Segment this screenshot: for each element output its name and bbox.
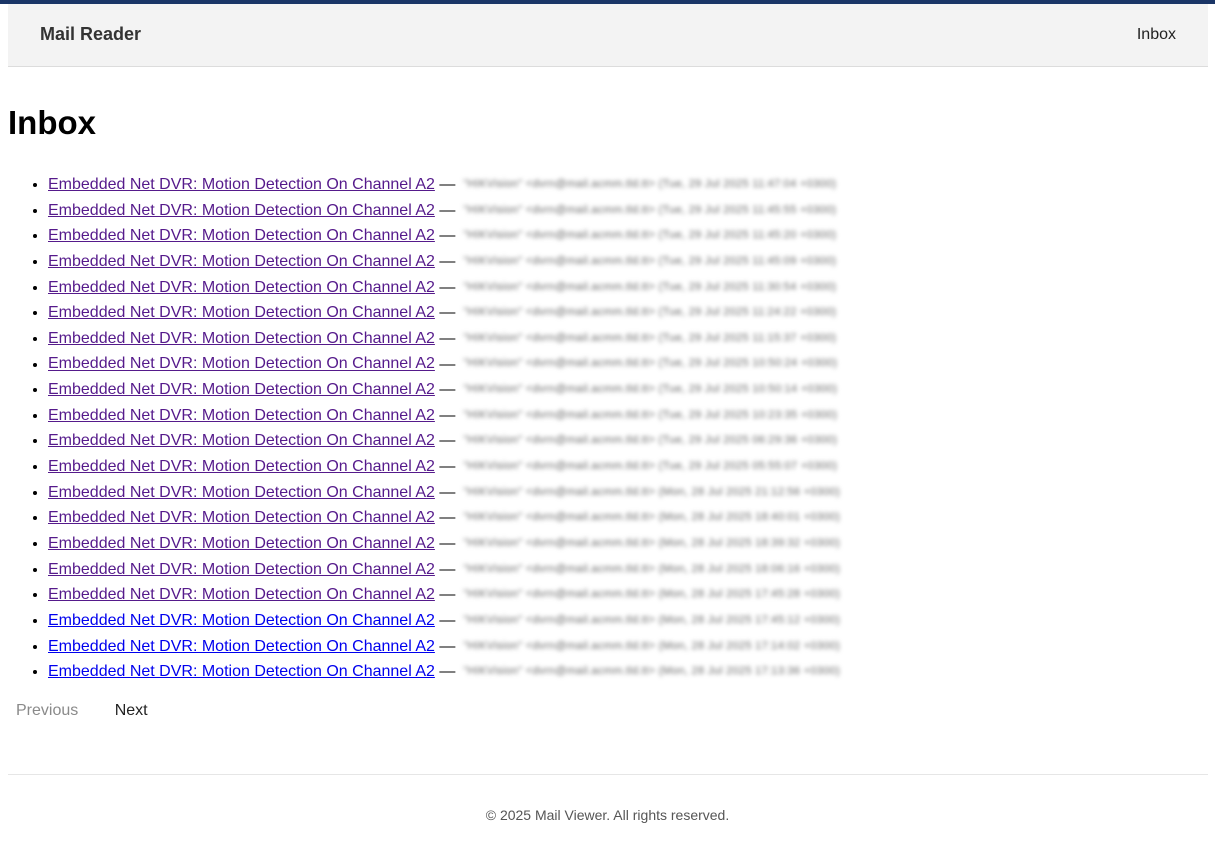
mail-subject-link[interactable]: Embedded Net DVR: Motion Detection On Ch… (48, 304, 435, 321)
mail-list-item: Embedded Net DVR: Motion Detection On Ch… (48, 634, 1148, 660)
mail-sender-info: "HIKVision" <dvrn@mail.acmm.tld.tt> (Mon… (463, 613, 841, 626)
mail-sender-info: "HIKVision" <dvrn@mail.acmm.tld.tt> (Tue… (463, 408, 838, 421)
navbar: Mail Reader Inbox (8, 4, 1208, 67)
mail-list-item: Embedded Net DVR: Motion Detection On Ch… (48, 172, 1148, 198)
separator-dash: — (439, 304, 456, 322)
nav-inbox-link[interactable]: Inbox (1137, 26, 1176, 44)
mail-sender-info: "HIKVision" <dvrn@mail.acmm.tld.tt> (Tue… (463, 254, 837, 267)
mail-list-item: Embedded Net DVR: Motion Detection On Ch… (48, 582, 1148, 608)
mail-sender-info: "HIKVision" <dvrn@mail.acmm.tld.tt> (Tue… (463, 306, 837, 319)
mail-subject-link[interactable]: Embedded Net DVR: Motion Detection On Ch… (48, 381, 435, 398)
mail-list-item: Embedded Net DVR: Motion Detection On Ch… (48, 659, 1148, 685)
separator-dash: — (439, 509, 456, 527)
footer-divider (8, 774, 1208, 775)
brand-title: Mail Reader (40, 24, 142, 44)
pagination: Previous Next (16, 702, 148, 720)
mail-subject-link[interactable]: Embedded Net DVR: Motion Detection On Ch… (48, 202, 435, 219)
mail-subject-link[interactable]: Embedded Net DVR: Motion Detection On Ch… (48, 612, 435, 629)
mail-sender-info: "HIKVision" <dvrn@mail.acmm.tld.tt> (Tue… (463, 229, 837, 242)
mail-list-item: Embedded Net DVR: Motion Detection On Ch… (48, 557, 1148, 583)
mail-list-item: Embedded Net DVR: Motion Detection On Ch… (48, 300, 1148, 326)
mail-sender-info: "HIKVision" <dvrn@mail.acmm.tld.tt> (Tue… (463, 178, 837, 190)
mail-list-item: Embedded Net DVR: Motion Detection On Ch… (48, 608, 1148, 634)
separator-dash: — (439, 432, 456, 450)
mail-list-item: Embedded Net DVR: Motion Detection On Ch… (48, 505, 1148, 531)
mail-sender-info: "HIKVision" <dvrn@mail.acmm.tld.tt> (Mon… (463, 536, 841, 549)
separator-dash: — (439, 586, 456, 604)
mail-subject-link[interactable]: Embedded Net DVR: Motion Detection On Ch… (48, 356, 435, 373)
mail-subject-link[interactable]: Embedded Net DVR: Motion Detection On Ch… (48, 638, 435, 655)
separator-dash: — (439, 535, 456, 553)
mail-sender-info: "HIKVision" <dvrn@mail.acmm.tld.tt> (Tue… (463, 357, 838, 370)
separator-dash: — (439, 611, 456, 629)
mail-list-item: Embedded Net DVR: Motion Detection On Ch… (48, 531, 1148, 557)
previous-page-button[interactable]: Previous (16, 702, 78, 719)
mail-list-item: Embedded Net DVR: Motion Detection On Ch… (48, 480, 1148, 506)
footer-copyright: © 2025 Mail Viewer. All rights reserved. (485, 807, 730, 823)
separator-dash: — (439, 483, 456, 501)
mail-list-item: Embedded Net DVR: Motion Detection On Ch… (48, 377, 1148, 403)
mail-sender-info: "HIKVision" <dvrn@mail.acmm.tld.tt> (Tue… (463, 383, 838, 396)
mail-subject-link[interactable]: Embedded Net DVR: Motion Detection On Ch… (48, 484, 435, 501)
mail-sender-info: "HIKVision" <dvrn@mail.acmm.tld.tt> (Mon… (463, 588, 841, 601)
separator-dash: — (439, 176, 456, 194)
mail-list-item: Embedded Net DVR: Motion Detection On Ch… (48, 249, 1148, 275)
mail-sender-info: "HIKVision" <dvrn@mail.acmm.tld.tt> (Mon… (463, 485, 841, 498)
separator-dash: — (439, 406, 456, 424)
mail-subject-link[interactable]: Embedded Net DVR: Motion Detection On Ch… (48, 253, 435, 270)
mail-list: Embedded Net DVR: Motion Detection On Ch… (8, 172, 1148, 685)
mail-subject-link[interactable]: Embedded Net DVR: Motion Detection On Ch… (48, 561, 435, 578)
separator-dash: — (439, 663, 456, 681)
mail-list-item: Embedded Net DVR: Motion Detection On Ch… (48, 326, 1148, 352)
next-page-button[interactable]: Next (115, 702, 148, 719)
mail-sender-info: "HIKVision" <dvrn@mail.acmm.tld.tt> (Tue… (463, 434, 838, 447)
mail-list-item: Embedded Net DVR: Motion Detection On Ch… (48, 454, 1148, 480)
separator-dash: — (439, 560, 456, 578)
mail-subject-link[interactable]: Embedded Net DVR: Motion Detection On Ch… (48, 279, 435, 296)
mail-subject-link[interactable]: Embedded Net DVR: Motion Detection On Ch… (48, 432, 435, 449)
mail-subject-link[interactable]: Embedded Net DVR: Motion Detection On Ch… (48, 586, 435, 603)
mail-sender-info: "HIKVision" <dvrn@mail.acmm.tld.tt> (Tue… (463, 460, 838, 473)
separator-dash: — (439, 278, 456, 296)
mail-subject-link[interactable]: Embedded Net DVR: Motion Detection On Ch… (48, 535, 435, 552)
separator-dash: — (439, 355, 456, 373)
mail-subject-link[interactable]: Embedded Net DVR: Motion Detection On Ch… (48, 663, 435, 680)
mail-list-item: Embedded Net DVR: Motion Detection On Ch… (48, 428, 1148, 454)
separator-dash: — (439, 227, 456, 245)
mail-list-item: Embedded Net DVR: Motion Detection On Ch… (48, 198, 1148, 224)
mail-subject-link[interactable]: Embedded Net DVR: Motion Detection On Ch… (48, 407, 435, 424)
mail-sender-info: "HIKVision" <dvrn@mail.acmm.tld.tt> (Mon… (463, 665, 841, 678)
separator-dash: — (439, 252, 456, 270)
mail-sender-info: "HIKVision" <dvrn@mail.acmm.tld.tt> (Tue… (463, 203, 837, 216)
mail-sender-info: "HIKVision" <dvrn@mail.acmm.tld.tt> (Mon… (463, 511, 841, 524)
mail-list-item: Embedded Net DVR: Motion Detection On Ch… (48, 275, 1148, 301)
separator-dash: — (439, 458, 456, 476)
separator-dash: — (439, 201, 456, 219)
page-title: Inbox (8, 104, 96, 141)
mail-subject-link[interactable]: Embedded Net DVR: Motion Detection On Ch… (48, 176, 435, 193)
mail-list-item: Embedded Net DVR: Motion Detection On Ch… (48, 351, 1148, 377)
mail-sender-info: "HIKVision" <dvrn@mail.acmm.tld.tt> (Tue… (463, 280, 837, 293)
mail-subject-link[interactable]: Embedded Net DVR: Motion Detection On Ch… (48, 330, 435, 347)
mail-sender-info: "HIKVision" <dvrn@mail.acmm.tld.tt> (Tue… (463, 331, 837, 344)
mail-list-item: Embedded Net DVR: Motion Detection On Ch… (48, 403, 1148, 429)
mail-list-item: Embedded Net DVR: Motion Detection On Ch… (48, 223, 1148, 249)
separator-dash: — (439, 329, 456, 347)
mail-sender-info: "HIKVision" <dvrn@mail.acmm.tld.tt> (Mon… (463, 562, 841, 575)
mail-sender-info: "HIKVision" <dvrn@mail.acmm.tld.tt> (Mon… (463, 639, 841, 652)
mail-subject-link[interactable]: Embedded Net DVR: Motion Detection On Ch… (48, 509, 435, 526)
mail-subject-link[interactable]: Embedded Net DVR: Motion Detection On Ch… (48, 227, 435, 244)
separator-dash: — (439, 381, 456, 399)
separator-dash: — (439, 637, 456, 655)
mail-subject-link[interactable]: Embedded Net DVR: Motion Detection On Ch… (48, 458, 435, 475)
